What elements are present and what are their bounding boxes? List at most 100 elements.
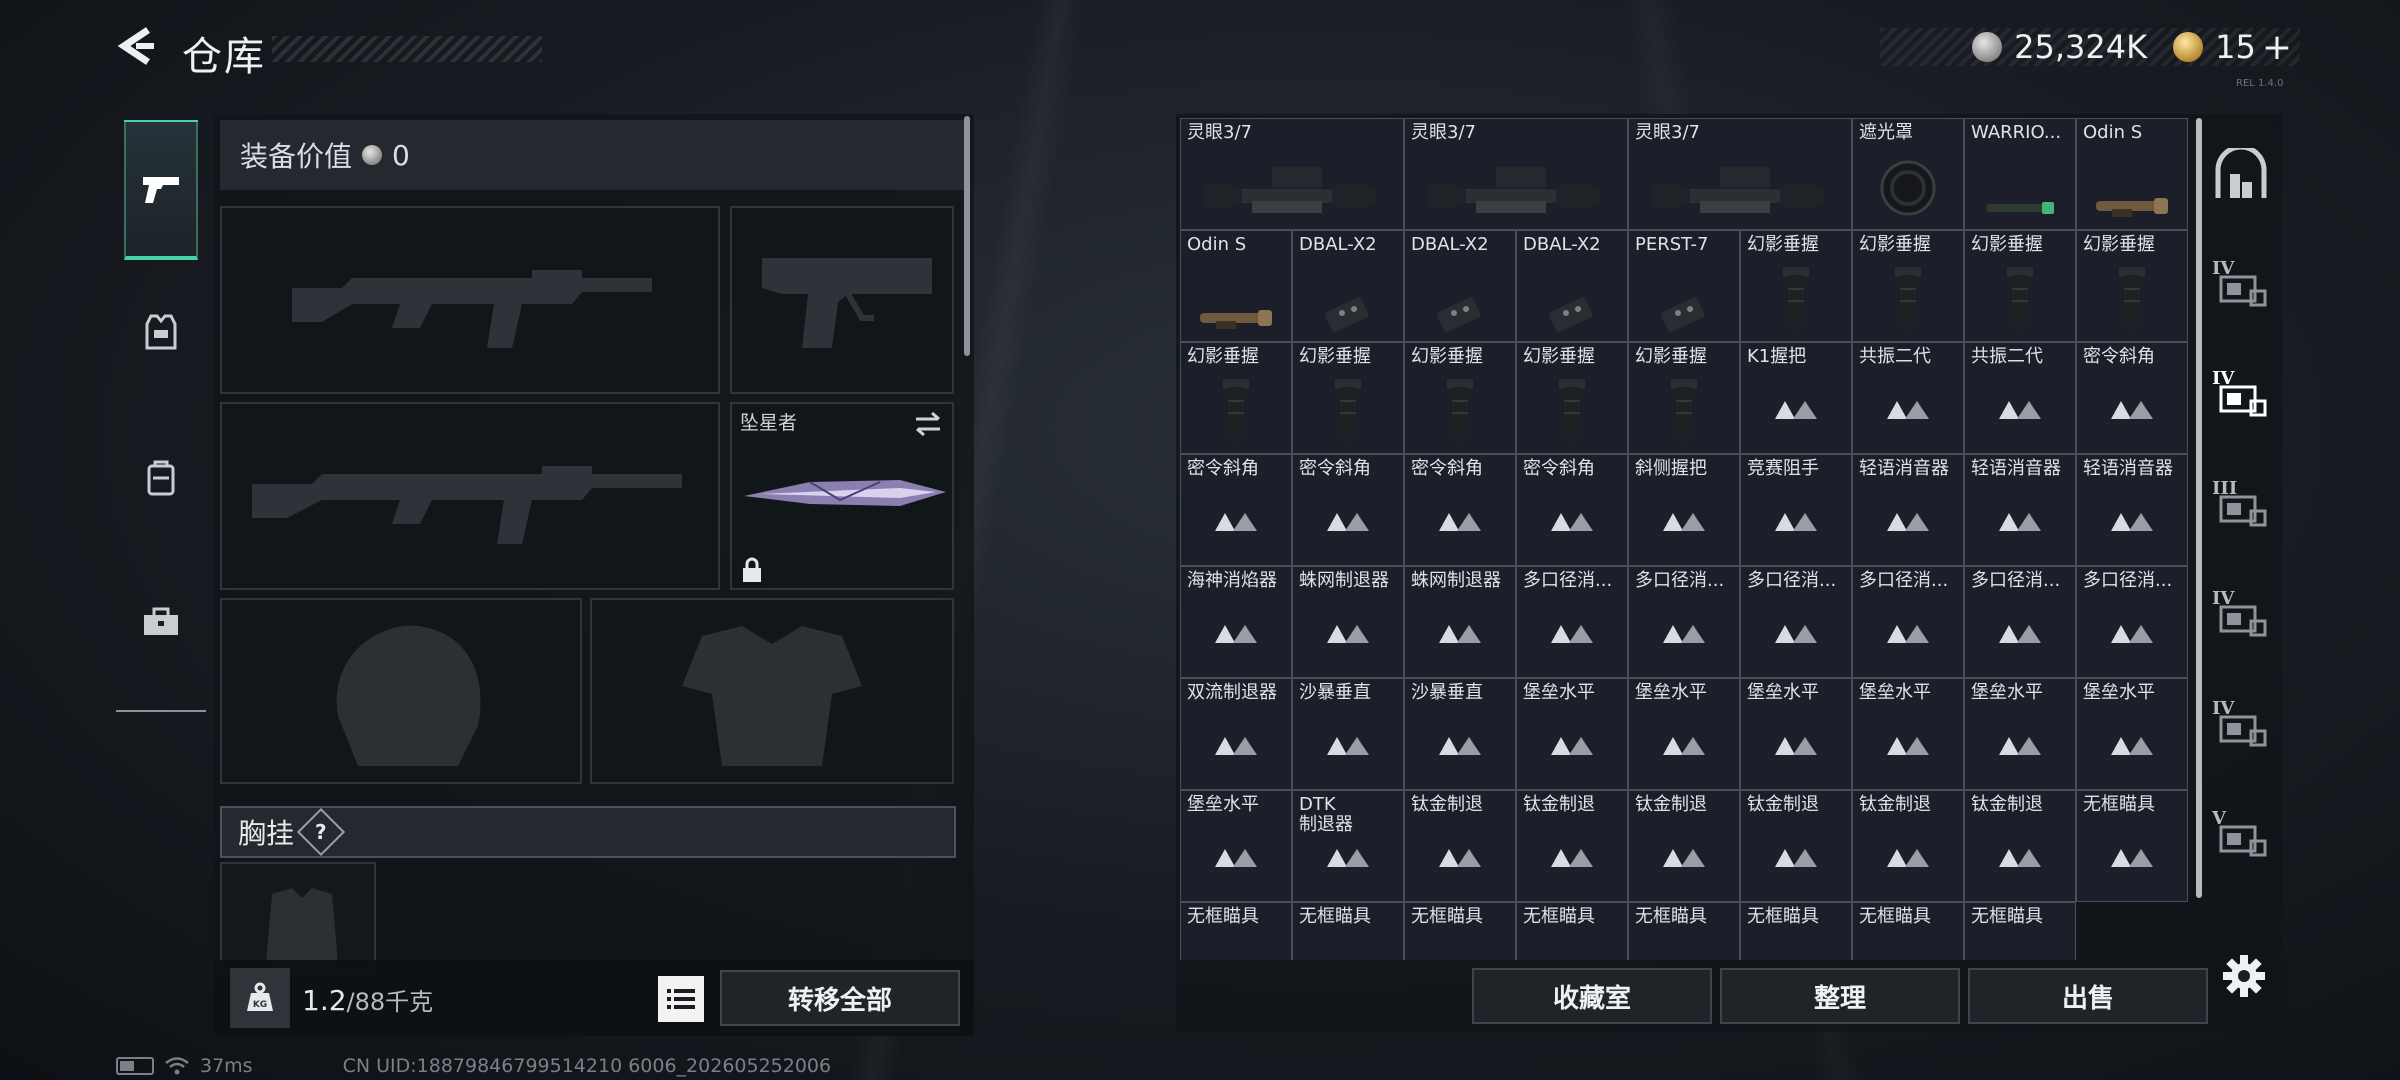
storage-item[interactable]: 灵眼3/7 (1628, 118, 1852, 230)
storage-item[interactable]: 无框瞄具 (1740, 902, 1852, 960)
storage-item[interactable]: 幻影垂握 (1516, 342, 1628, 454)
storage-item[interactable]: 幻影垂握 (2076, 230, 2188, 342)
storage-item[interactable]: 沙暴垂直 (1404, 678, 1516, 790)
tier4-case-icon[interactable]: IV (2206, 580, 2276, 650)
tier4-case-icon[interactable]: IV (2206, 250, 2276, 320)
storage-item[interactable]: 灵眼3/7 (1404, 118, 1628, 230)
all-storage-icon[interactable] (2206, 140, 2276, 210)
tab-backpack[interactable] (124, 408, 198, 548)
storage-item[interactable]: 蛛网制退器 (1292, 566, 1404, 678)
storage-item[interactable]: 钛金制退 (1852, 790, 1964, 902)
storage-item[interactable]: 幻影垂握 (1628, 342, 1740, 454)
storage-item[interactable]: PERST-7 (1628, 230, 1740, 342)
storage-item[interactable]: WARRIO... (1964, 118, 2076, 230)
collection-room-button[interactable]: 收藏室 (1472, 968, 1712, 1024)
storage-item[interactable]: 轻语消音器 (1852, 454, 1964, 566)
storage-item[interactable]: K1握把 (1740, 342, 1852, 454)
storage-item[interactable]: 密令斜角 (1292, 454, 1404, 566)
tier3-key-icon[interactable]: III (2206, 470, 2276, 540)
help-button[interactable]: ? (296, 807, 346, 857)
storage-item[interactable]: 蛛网制退器 (1404, 566, 1516, 678)
storage-item[interactable]: DBAL-X2 (1516, 230, 1628, 342)
storage-item[interactable]: 无框瞄具 (1180, 902, 1292, 960)
storage-item[interactable]: 堡垒水平 (1740, 678, 1852, 790)
storage-item[interactable]: 多口径消... (1852, 566, 1964, 678)
back-button[interactable] (112, 22, 160, 70)
storage-item[interactable]: DTK 制退器 (1292, 790, 1404, 902)
primary-weapon-slot-1[interactable] (220, 206, 720, 394)
storage-item[interactable]: DBAL-X2 (1404, 230, 1516, 342)
storage-item[interactable]: 钛金制退 (1516, 790, 1628, 902)
storage-item[interactable]: Odin S (2076, 118, 2188, 230)
storage-item[interactable]: 斜侧握把 (1628, 454, 1740, 566)
storage-item[interactable]: 轻语消音器 (2076, 454, 2188, 566)
loadout-scrollbar[interactable] (964, 116, 970, 356)
storage-item[interactable]: 多口径消... (1964, 566, 2076, 678)
storage-item[interactable]: 幻影垂握 (1180, 342, 1292, 454)
storage-item[interactable]: 钛金制退 (1740, 790, 1852, 902)
primary-weapon-slot-2[interactable] (220, 402, 720, 590)
storage-item[interactable]: 堡垒水平 (1180, 790, 1292, 902)
storage-item[interactable]: Odin S (1180, 230, 1292, 342)
storage-item[interactable]: 无框瞄具 (1964, 902, 2076, 960)
storage-item[interactable]: 密令斜角 (1180, 454, 1292, 566)
tier4-card-icon[interactable]: IV (2206, 690, 2276, 760)
storage-item[interactable]: 多口径消... (1740, 566, 1852, 678)
storage-item[interactable]: 海神消焰器 (1180, 566, 1292, 678)
storage-item[interactable]: 幻影垂握 (1404, 342, 1516, 454)
storage-item[interactable]: 堡垒水平 (1964, 678, 2076, 790)
storage-item[interactable]: 密令斜角 (1404, 454, 1516, 566)
storage-item[interactable]: 密令斜角 (1516, 454, 1628, 566)
tab-weapons[interactable] (124, 120, 198, 260)
organize-button[interactable]: 整理 (1720, 968, 1960, 1024)
melee-slot[interactable]: 坠星者 (730, 402, 954, 590)
storage-item[interactable]: 密令斜角 (2076, 342, 2188, 454)
storage-item[interactable]: 多口径消... (1516, 566, 1628, 678)
tier5-card-icon[interactable]: V (2206, 800, 2276, 870)
settings-button[interactable] (2218, 950, 2270, 1002)
tab-armor[interactable] (124, 262, 198, 402)
storage-item[interactable]: 堡垒水平 (2076, 678, 2188, 790)
storage-item[interactable]: 钛金制退 (1964, 790, 2076, 902)
storage-item[interactable]: 轻语消音器 (1964, 454, 2076, 566)
storage-item[interactable]: 幻影垂握 (1740, 230, 1852, 342)
sell-button[interactable]: 出售 (1968, 968, 2208, 1024)
storage-item-name: 无框瞄具 (1299, 906, 1371, 927)
storage-item[interactable]: 遮光罩 (1852, 118, 1964, 230)
storage-item[interactable]: 幻影垂握 (1852, 230, 1964, 342)
storage-item[interactable]: 多口径消... (2076, 566, 2188, 678)
storage-item[interactable]: 多口径消... (1628, 566, 1740, 678)
storage-item[interactable]: 无框瞄具 (2076, 790, 2188, 902)
tab-toolbox[interactable] (124, 552, 198, 692)
chest-rig-slot[interactable] (220, 862, 376, 974)
storage-item[interactable]: 钛金制退 (1404, 790, 1516, 902)
storage-item[interactable]: 灵眼3/7 (1180, 118, 1404, 230)
list-view-button[interactable] (658, 976, 704, 1022)
storage-item[interactable]: 无框瞄具 (1628, 902, 1740, 960)
page-title: 仓库 (182, 34, 266, 80)
storage-item[interactable]: 幻影垂握 (1292, 342, 1404, 454)
body-armor-slot[interactable] (590, 598, 954, 784)
storage-item[interactable]: DBAL-X2 (1292, 230, 1404, 342)
storage-item[interactable]: 无框瞄具 (1852, 902, 1964, 960)
storage-item[interactable]: 钛金制退 (1628, 790, 1740, 902)
storage-item[interactable]: 无框瞄具 (1516, 902, 1628, 960)
storage-item[interactable]: 共振二代 (1852, 342, 1964, 454)
sidearm-slot[interactable] (730, 206, 954, 394)
storage-item[interactable]: 堡垒水平 (1516, 678, 1628, 790)
helmet-slot[interactable] (220, 598, 582, 784)
storage-item[interactable]: 幻影垂握 (1964, 230, 2076, 342)
swap-icon[interactable] (912, 410, 944, 438)
storage-item[interactable]: 沙暴垂直 (1292, 678, 1404, 790)
transfer-all-button[interactable]: 转移全部 (720, 970, 960, 1026)
tier4-key-icon[interactable]: IV (2206, 360, 2276, 430)
storage-item[interactable]: 无框瞄具 (1292, 902, 1404, 960)
ping-text: 37ms (200, 1055, 253, 1077)
storage-item[interactable]: 竞赛阻手 (1740, 454, 1852, 566)
storage-item[interactable]: 双流制退器 (1180, 678, 1292, 790)
storage-item[interactable]: 堡垒水平 (1852, 678, 1964, 790)
storage-item[interactable]: 无框瞄具 (1404, 902, 1516, 960)
storage-item[interactable]: 共振二代 (1964, 342, 2076, 454)
add-gold-button[interactable]: + (2262, 27, 2292, 68)
storage-item[interactable]: 堡垒水平 (1628, 678, 1740, 790)
